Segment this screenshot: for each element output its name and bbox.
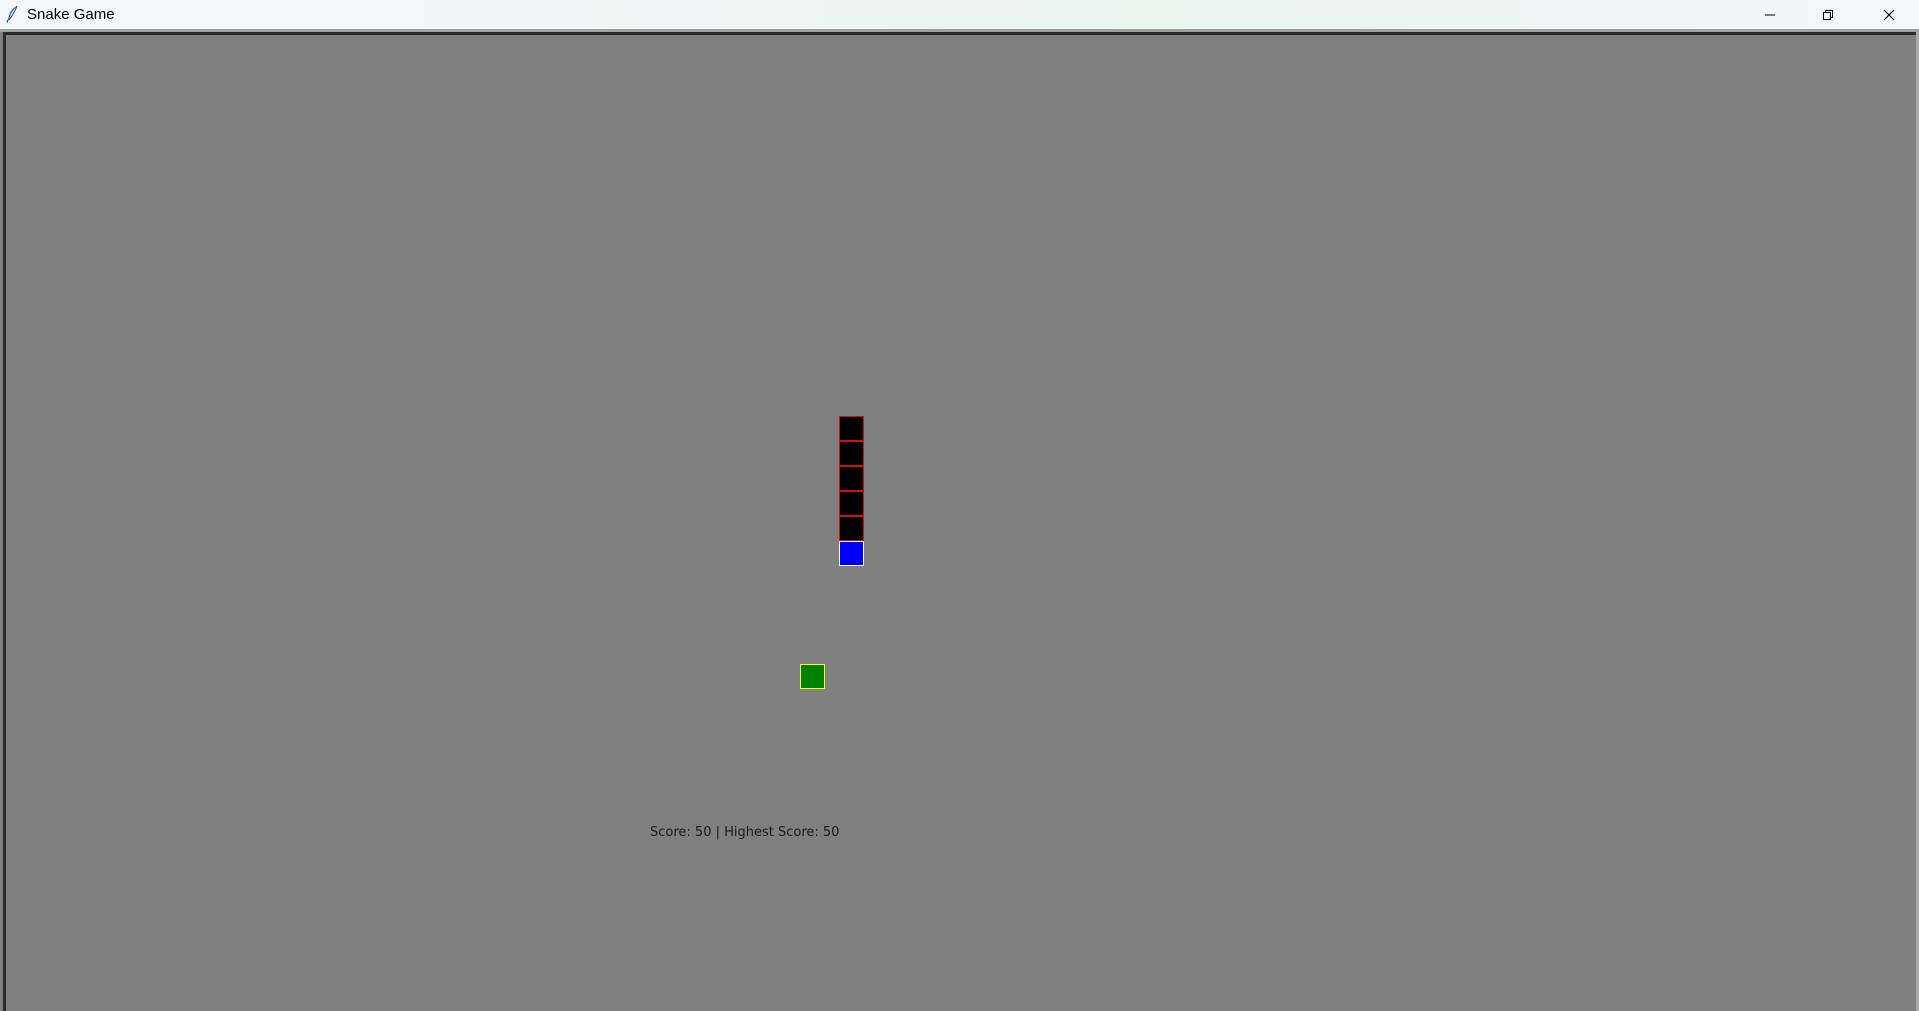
snake-head [839,541,864,566]
score-label: Score: 50 | Highest Score: 50 [650,825,840,840]
minimize-button[interactable] [1741,0,1799,29]
close-icon [1883,9,1894,20]
snake-body-segment [839,416,864,441]
close-button[interactable] [1858,0,1919,29]
restore-icon [1823,9,1833,20]
game-window: Snake Game Score: 50 | Highest Score: 50 [0,0,1919,1011]
window-title: Snake Game [27,6,115,23]
title-bar[interactable]: Snake Game [0,0,1919,29]
snake-body-segment [839,466,864,491]
snake-body-segment [839,491,864,516]
snake-body-segment [839,441,864,466]
feather-icon [6,5,18,23]
snake-body-segment [839,516,864,541]
minimize-icon [1765,14,1775,15]
game-canvas[interactable] [3,32,1916,1011]
food-item [800,664,825,689]
maximize-button[interactable] [1799,0,1857,29]
